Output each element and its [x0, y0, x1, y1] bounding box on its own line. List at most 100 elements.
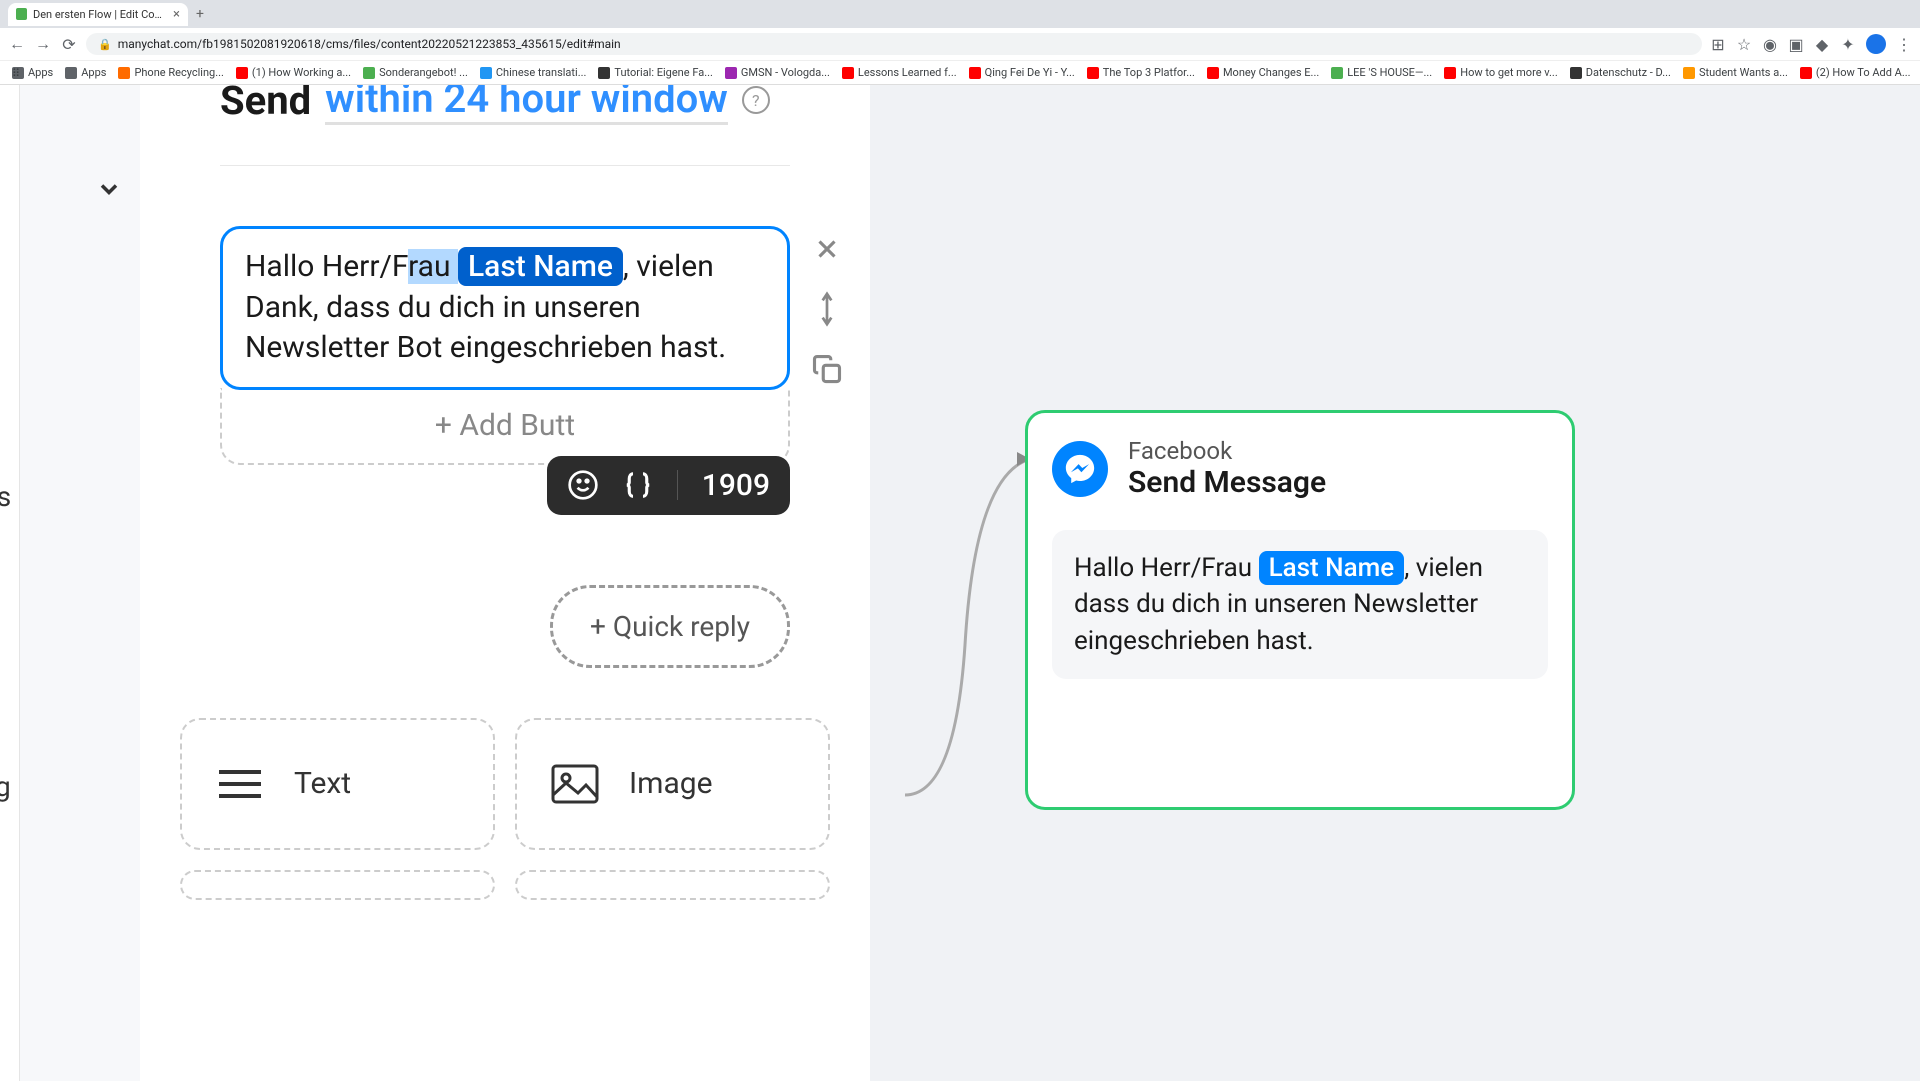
message-block[interactable]: Hallo Herr/Frau Last Name, vielen Dank, … [220, 226, 790, 390]
ext-icon-3[interactable]: ◆ [1814, 36, 1830, 52]
bookmark-label: (1) How Working a... [252, 66, 351, 79]
quick-reply-button[interactable]: + Quick reply [550, 585, 790, 668]
heading-link[interactable]: within 24 hour window [325, 85, 728, 125]
bookmark-item[interactable]: Phone Recycling... [114, 64, 227, 81]
bookmark-item[interactable]: Student Wants a... [1679, 64, 1792, 81]
bookmark-label: Lessons Learned f... [858, 66, 957, 79]
tab-close-icon[interactable]: × [173, 7, 180, 22]
bookmark-favicon [725, 67, 737, 79]
reload-button[interactable]: ⟳ [60, 35, 78, 53]
bookmark-favicon [1444, 67, 1456, 79]
variable-chip-lastname[interactable]: Last Name [458, 247, 623, 286]
apps-button[interactable]: ⠿Apps [8, 64, 57, 81]
bookmark-favicon [1683, 67, 1695, 79]
tab-bar: Den ersten Flow | Edit Content × + [0, 0, 1920, 28]
add-card-4[interactable] [515, 870, 830, 900]
forward-button[interactable]: → [34, 35, 52, 53]
msg-text-highlighted: rau [408, 249, 458, 284]
bookmark-item[interactable]: The Top 3 Platfor... [1083, 64, 1199, 81]
bookmark-label: Datenschutz - D... [1586, 66, 1671, 79]
bookmark-item[interactable]: Apps [61, 64, 110, 81]
collapse-chevron-icon[interactable] [95, 175, 123, 207]
bookmark-label: Tutorial: Eigene Fa... [614, 66, 713, 79]
bookmark-item[interactable]: How to get more v... [1440, 64, 1562, 81]
url-text: manychat.com/fb1981502081920618/cms/file… [118, 37, 621, 51]
preview-card[interactable]: Facebook Send Message Hallo Herr/Frau La… [1025, 410, 1575, 810]
delete-block-icon[interactable] [809, 231, 845, 267]
lock-icon: 🔒 [98, 38, 112, 51]
bookmark-label: Student Wants a... [1699, 66, 1788, 79]
bookmark-item[interactable]: Money Changes E... [1203, 64, 1323, 81]
bookmark-favicon [1570, 67, 1582, 79]
bookmark-item[interactable]: Datenschutz - D... [1566, 64, 1675, 81]
editor-panel: Send within 24 hour window ? Hallo Herr/… [140, 85, 870, 1081]
bookmark-label: How to get more v... [1460, 66, 1558, 79]
canvas-area[interactable]: Facebook Send Message Hallo Herr/Frau La… [870, 85, 1920, 1081]
content-type-grid-2 [140, 870, 870, 900]
bookmark-favicon [480, 67, 492, 79]
bookmark-label: Chinese translati... [496, 66, 587, 79]
bookmark-label: GMSN - Vologda... [741, 66, 830, 79]
bookmark-item[interactable]: Sonderangebot! ... [359, 64, 472, 81]
block-side-actions [809, 231, 845, 387]
messenger-icon [1052, 441, 1108, 497]
bookmark-item[interactable]: (2) How To Add A... [1796, 64, 1915, 81]
ext-icon-2[interactable]: ▣ [1788, 36, 1804, 52]
new-tab-button[interactable]: + [196, 6, 204, 22]
sidebar-peek: ls g [0, 85, 20, 1081]
sidebar-text-1: ls [0, 480, 11, 513]
preview-variable-chip: Last Name [1259, 551, 1405, 585]
bookmark-favicon [1331, 67, 1343, 79]
bookmark-item[interactable]: Lessons Learned f... [838, 64, 961, 81]
puzzle-icon[interactable]: ✦ [1840, 36, 1856, 52]
bookmark-item[interactable]: GMSN - Vologda... [721, 64, 834, 81]
move-block-icon[interactable] [809, 291, 845, 327]
bookmark-item[interactable]: Chinese translati... [476, 64, 591, 81]
add-card-3[interactable] [180, 870, 495, 900]
bookmark-label: Phone Recycling... [134, 66, 223, 79]
preview-title-group: Facebook Send Message [1128, 437, 1326, 500]
preview-platform: Facebook [1128, 437, 1326, 465]
tab-title: Den ersten Flow | Edit Content [33, 8, 167, 21]
bookmark-favicon [65, 67, 77, 79]
duplicate-block-icon[interactable] [809, 351, 845, 387]
bookmark-favicon [236, 67, 248, 79]
sidebar-text-2: g [0, 770, 11, 803]
bookmark-item[interactable]: (1) How Working a... [232, 64, 355, 81]
add-text-card[interactable]: Text [180, 718, 495, 850]
back-button[interactable]: ← [8, 35, 26, 53]
add-button-row[interactable]: + Add Butt [220, 388, 790, 465]
image-icon [547, 756, 603, 812]
bookmark-item[interactable]: Tutorial: Eigene Fa... [594, 64, 717, 81]
bookmark-item[interactable]: Qing Fei De Yi - Y... [965, 64, 1079, 81]
bookmarks-bar: ⠿Apps Apps Phone Recycling... (1) How Work… [0, 60, 1920, 84]
connector-line [905, 445, 1045, 805]
content-type-grid: Text Image [140, 718, 870, 850]
preview-bubble: Hallo Herr/Frau Last Name, vielen dass d… [1052, 530, 1548, 679]
variable-icon[interactable] [623, 470, 653, 500]
nav-bar: ← → ⟳ 🔒 manychat.com/fb1981502081920618/… [0, 28, 1920, 60]
menu-icon[interactable]: ⋮ [1896, 36, 1912, 52]
url-bar[interactable]: 🔒 manychat.com/fb1981502081920618/cms/fi… [86, 33, 1702, 55]
translate-icon[interactable]: ⊞ [1710, 36, 1726, 52]
help-icon[interactable]: ? [742, 86, 770, 114]
bookmark-item[interactable]: LEE 'S HOUSE—... [1327, 64, 1436, 81]
message-block-wrapper: Hallo Herr/Frau Last Name, vielen Dank, … [220, 226, 790, 465]
bookmark-favicon [1800, 67, 1812, 79]
message-text-area[interactable]: Hallo Herr/Frau Last Name, vielen Dank, … [223, 229, 787, 387]
msg-text-before: Hallo Herr/F [245, 249, 408, 284]
bookmark-favicon [969, 67, 981, 79]
bookmark-favicon [842, 67, 854, 79]
bookmark-label: Sonderangebot! ... [379, 66, 468, 79]
browser-tab[interactable]: Den ersten Flow | Edit Content × [8, 3, 188, 26]
bookmark-label: (2) How To Add A... [1816, 66, 1911, 79]
text-icon [212, 756, 268, 812]
char-count: 1909 [702, 468, 770, 503]
quick-reply-label: + Quick reply [590, 610, 750, 643]
ext-icon-1[interactable]: ◉ [1762, 36, 1778, 52]
profile-avatar[interactable] [1866, 34, 1886, 54]
add-image-card[interactable]: Image [515, 718, 830, 850]
text-card-label: Text [294, 766, 351, 801]
emoji-icon[interactable] [567, 469, 599, 501]
star-icon[interactable]: ☆ [1736, 36, 1752, 52]
